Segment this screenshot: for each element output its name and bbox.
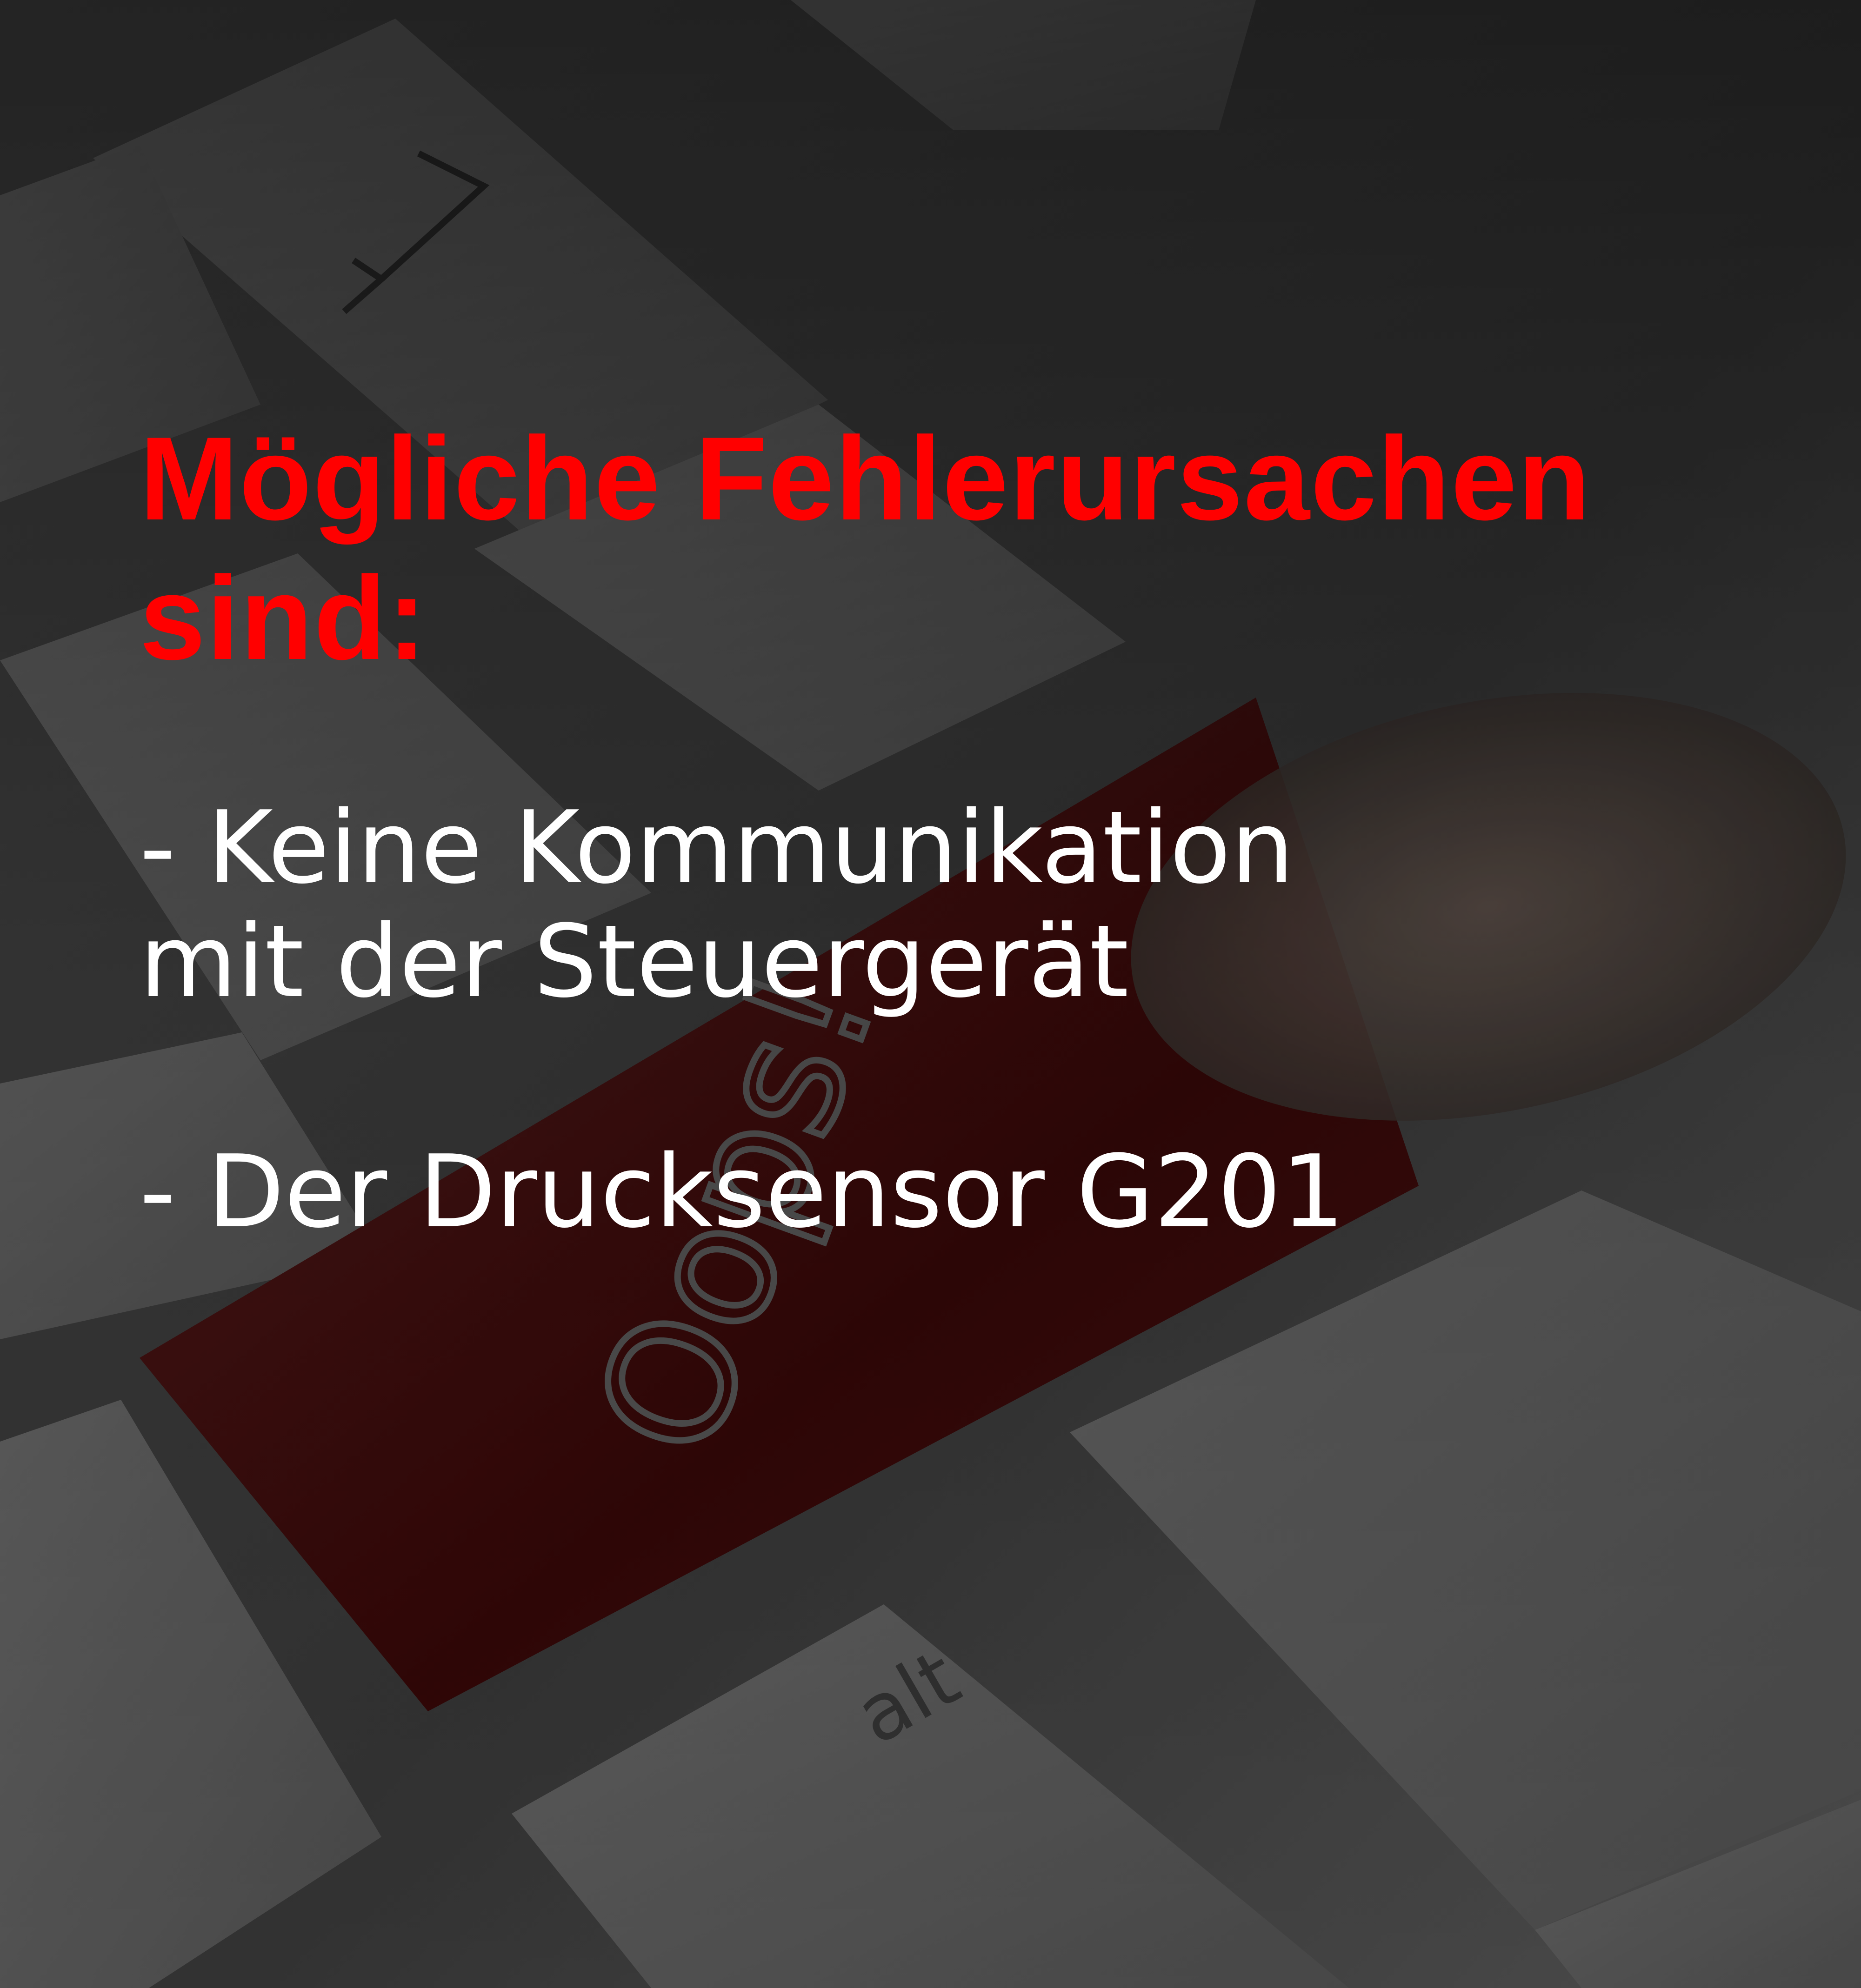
cause-item: - Keine Kommunikation mit der Steuergerä… (140, 789, 1294, 1020)
cause-item: - Der Drucksensor G201 (140, 1133, 1345, 1250)
infographic-canvas: Oops! alt Mögliche Fehlerursachen sind: … (0, 0, 1861, 1988)
text-overlay: Mögliche Fehlerursachen sind: - Keine Ko… (140, 409, 1768, 1249)
headline: Mögliche Fehlerursachen sind: (140, 412, 1591, 685)
